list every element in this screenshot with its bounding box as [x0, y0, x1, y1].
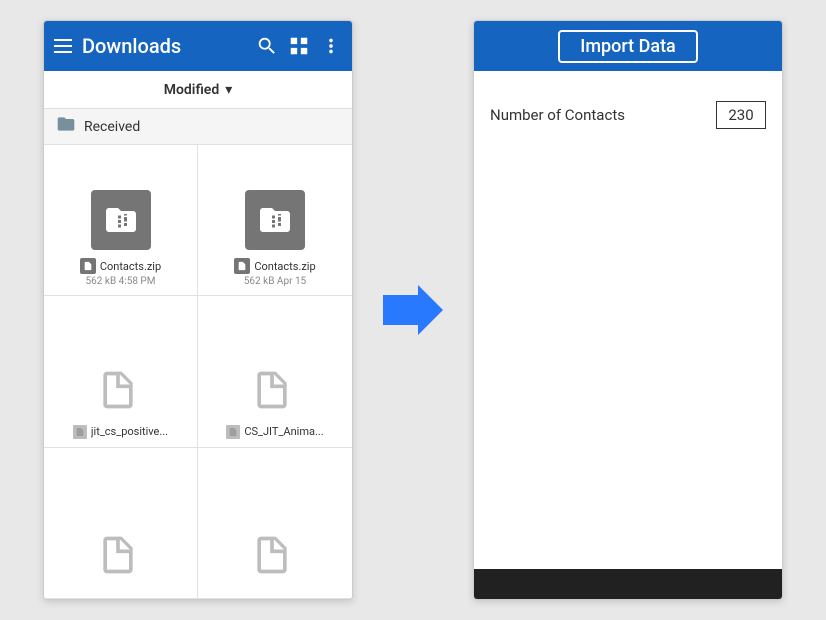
zip-thumb-icon [80, 258, 96, 274]
file-name: jit_cs_positive... [91, 425, 168, 438]
list-item[interactable] [198, 448, 352, 599]
arrow-container [383, 285, 443, 335]
file-meta: Contacts.zip [80, 258, 161, 274]
sort-label: Modified [164, 82, 219, 98]
doc-thumb-icon [226, 425, 240, 439]
phone-bottom-bar [474, 569, 782, 599]
file-meta: Contacts.zip [234, 258, 315, 274]
import-title: Import Data [558, 30, 698, 63]
doc-file-icon [250, 522, 300, 582]
left-phone: Downloads Modified ▾ Received [43, 20, 353, 600]
list-item[interactable]: jit_cs_positive... [44, 296, 198, 447]
more-vert-icon[interactable] [320, 35, 342, 57]
right-arrow-icon [383, 285, 443, 335]
contacts-value[interactable]: 230 [716, 101, 766, 129]
doc-thumb-icon [73, 425, 87, 439]
zip-file-icon [91, 190, 151, 250]
doc-file-icon [96, 357, 146, 417]
file-meta: jit_cs_positive... [73, 425, 168, 439]
toolbar-title: Downloads [82, 34, 246, 58]
doc-file-icon [250, 357, 300, 417]
list-item[interactable]: Contacts.zip 562 kB 4:58 PM [44, 145, 198, 296]
import-body: Number of Contacts 230 [474, 71, 782, 569]
sort-bar[interactable]: Modified ▾ [44, 71, 352, 109]
file-name: Contacts.zip [254, 260, 315, 273]
received-label: Received [84, 119, 140, 135]
list-item[interactable] [44, 448, 198, 599]
received-folder-row[interactable]: Received [44, 109, 352, 145]
zip-thumb-icon [234, 258, 250, 274]
file-info: 562 kB 4:58 PM [86, 276, 156, 287]
files-grid: Contacts.zip 562 kB 4:58 PM Contacts.zip… [44, 145, 352, 599]
list-item[interactable]: Contacts.zip 562 kB Apr 15 [198, 145, 352, 296]
folder-icon [56, 114, 76, 139]
doc-file-icon [96, 522, 146, 582]
file-name: Contacts.zip [100, 260, 161, 273]
contacts-label: Number of Contacts [490, 106, 625, 124]
right-phone: Import Data Number of Contacts 230 [473, 20, 783, 600]
contacts-row: Number of Contacts 230 [490, 91, 766, 139]
file-name: CS_JIT_Anima... [244, 425, 323, 438]
downloads-toolbar: Downloads [44, 21, 352, 71]
search-icon[interactable] [256, 35, 278, 57]
hamburger-icon[interactable] [54, 39, 72, 53]
list-item[interactable]: CS_JIT_Anima... [198, 296, 352, 447]
file-info: 562 kB Apr 15 [244, 276, 306, 287]
grid-icon[interactable] [288, 35, 310, 57]
import-header: Import Data [474, 21, 782, 71]
chevron-down-icon: ▾ [225, 82, 232, 98]
zip-file-icon [245, 190, 305, 250]
file-meta: CS_JIT_Anima... [226, 425, 323, 439]
